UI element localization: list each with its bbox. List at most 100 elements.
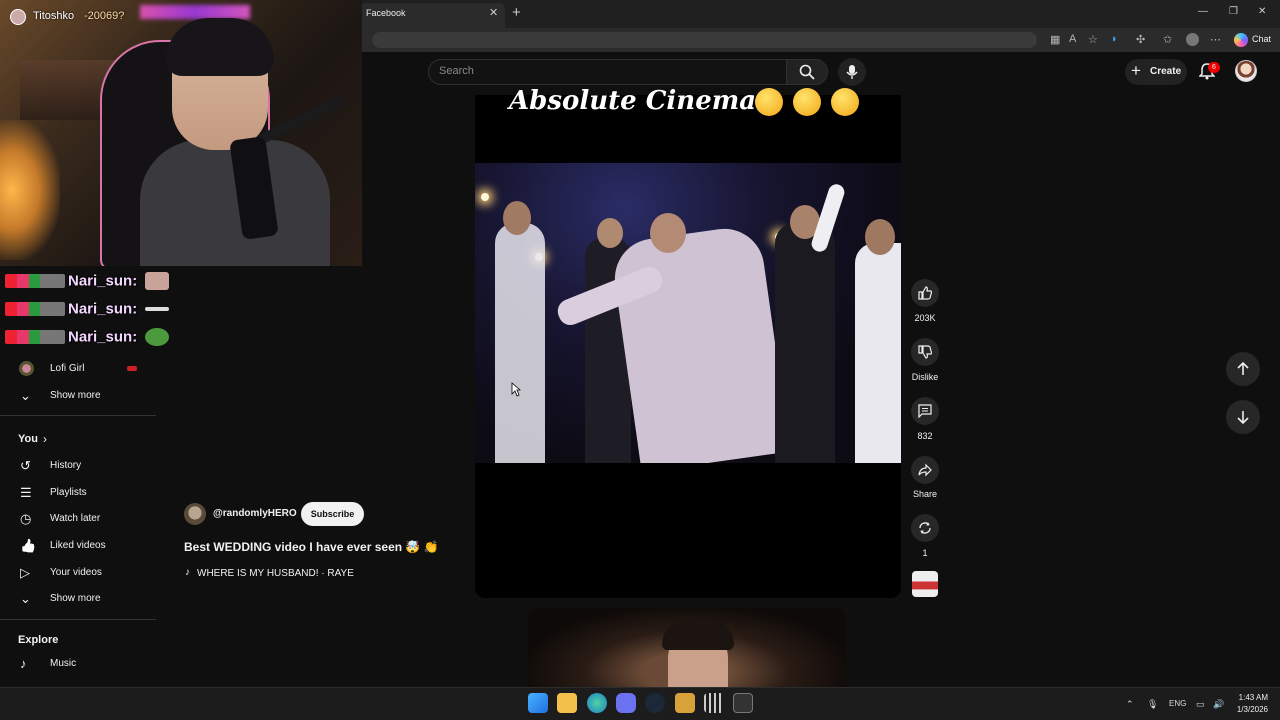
you-heading[interactable]: You <box>18 433 38 445</box>
address-bar[interactable] <box>372 32 1037 48</box>
windows-taskbar <box>0 687 1280 720</box>
extensions-puzzle-icon[interactable]: ✣ <box>1136 33 1145 46</box>
show-more-subscriptions[interactable]: Show more <box>50 390 101 401</box>
volume-tray-icon[interactable]: 🔊 <box>1213 699 1224 710</box>
arrow-down-icon <box>1237 411 1249 424</box>
sidebar-item-music[interactable]: Music <box>50 658 76 669</box>
like-button[interactable] <box>911 279 939 307</box>
chat-message: Nari_sun: <box>5 272 170 294</box>
clock-time[interactable]: 1:43 AM <box>1236 693 1268 702</box>
copilot-icon <box>1234 33 1248 47</box>
history-icon: ↺ <box>20 458 31 473</box>
share-button[interactable] <box>911 456 939 484</box>
sidebar-item-your-videos[interactable]: Your videos <box>50 567 102 578</box>
remix-icon <box>919 522 931 534</box>
share-label: Share <box>912 489 938 499</box>
notification-count-badge: 6 <box>1208 62 1220 73</box>
lofi-girl-avatar <box>19 361 34 376</box>
clock-icon: ◷ <box>20 511 32 526</box>
chat-username: Nari_sun: <box>68 300 138 318</box>
app-icon[interactable] <box>675 693 695 713</box>
account-avatar[interactable] <box>1235 60 1257 82</box>
voice-search-button[interactable] <box>838 58 866 86</box>
file-explorer-icon[interactable] <box>557 693 577 713</box>
search-icon <box>799 64 815 80</box>
sidebar-item-playlists[interactable]: Playlists <box>50 487 87 498</box>
chat-message: Nari_sun: <box>5 328 170 350</box>
display-tray-icon[interactable]: ▭ <box>1196 699 1205 710</box>
tray-overflow-icon[interactable]: ⌃ <box>1126 699 1134 710</box>
streamer-name: Titoshko <box>33 10 75 22</box>
favorites-icon[interactable]: ✩ <box>1163 33 1172 46</box>
dislike-label: Dislike <box>911 372 939 382</box>
start-button[interactable] <box>528 693 548 713</box>
steam-icon[interactable] <box>645 693 665 713</box>
search-placeholder: Search <box>439 65 474 77</box>
discord-icon[interactable] <box>616 693 636 713</box>
mouse-cursor-icon <box>511 382 521 397</box>
music-note-icon: ♪ <box>185 567 190 578</box>
new-tab-icon[interactable]: + <box>512 4 521 21</box>
sound-thumbnail[interactable] <box>912 571 938 597</box>
favorite-star-icon[interactable]: ☆ <box>1088 33 1098 46</box>
edge-browser-icon[interactable] <box>587 693 607 713</box>
sidebar-item-liked-videos[interactable]: Liked videos <box>50 540 106 551</box>
chat-message: Nari_sun: <box>5 300 170 322</box>
music-track[interactable]: WHERE IS MY HUSBAND! · RAYE <box>197 568 354 579</box>
microphone-tray-icon[interactable]: 🎙 <box>1147 699 1158 710</box>
next-short-button[interactable] <box>1226 400 1260 434</box>
chat-badges <box>5 330 65 345</box>
chat-label: Chat <box>1252 34 1272 44</box>
search-input[interactable] <box>428 59 787 85</box>
chat-badges <box>5 274 65 289</box>
sidebar-item-lofi-girl[interactable]: Lofi Girl <box>50 363 84 374</box>
comments-button[interactable] <box>911 397 939 425</box>
comment-count: 832 <box>917 431 933 441</box>
sidebar-item-history[interactable]: History <box>50 460 81 471</box>
plus-icon: + <box>1131 61 1141 80</box>
restore-icon[interactable]: ❐ <box>1229 6 1238 17</box>
sidebar-divider <box>0 415 156 416</box>
streamer-avatar <box>10 9 26 25</box>
arrow-up-icon <box>1237 362 1249 375</box>
next-short-preview[interactable] <box>528 608 846 688</box>
language-indicator[interactable]: ENG <box>1169 699 1186 708</box>
chat-emote <box>145 328 170 347</box>
thumb-down-icon <box>918 345 932 359</box>
short-title[interactable]: Best WEDDING video I have ever seen 🤯 👏 <box>184 540 439 554</box>
dislike-button[interactable] <box>911 338 939 366</box>
search-button[interactable] <box>786 59 828 85</box>
minimize-icon[interactable]: — <box>1198 6 1208 17</box>
share-icon <box>918 463 932 477</box>
show-more-you[interactable]: Show more <box>50 593 101 604</box>
clock-date[interactable]: 1/3/2026 <box>1232 705 1268 714</box>
chat-username: Nari_sun: <box>68 328 138 346</box>
thumb-up-icon: 👍 <box>20 538 37 553</box>
tab-close-icon[interactable]: ✕ <box>489 6 498 19</box>
play-square-icon: ▷ <box>20 565 30 580</box>
chat-badges <box>5 302 65 317</box>
viewer-count: -20069? <box>84 10 125 22</box>
channel-avatar[interactable] <box>184 503 206 525</box>
extension-icon[interactable]: ◗ <box>1111 33 1118 45</box>
channel-handle[interactable]: @randomlyHERO <box>213 508 297 519</box>
playlists-icon: ☰ <box>20 485 32 500</box>
live-indicator-icon <box>127 366 137 371</box>
more-menu-icon[interactable]: ⋯ <box>1210 33 1221 46</box>
read-aloud-icon[interactable]: A <box>1069 33 1076 45</box>
app-bars-icon[interactable] <box>704 693 724 713</box>
app-available-icon[interactable]: ▦ <box>1050 33 1060 46</box>
chevron-down-icon: ⌄ <box>20 388 31 403</box>
sidebar-item-watch-later[interactable]: Watch later <box>50 513 100 524</box>
tab-title: Facebook <box>366 8 406 18</box>
profile-icon[interactable] <box>1186 33 1199 46</box>
sidebar-divider <box>0 619 156 620</box>
explore-heading: Explore <box>18 634 59 646</box>
subscribe-button[interactable]: Subscribe <box>301 502 364 526</box>
remix-button[interactable] <box>911 514 939 542</box>
close-window-icon[interactable]: ✕ <box>1258 6 1266 17</box>
streamer-webcam-overlay <box>0 0 362 266</box>
epic-games-icon[interactable] <box>733 693 753 713</box>
previous-short-button[interactable] <box>1226 352 1260 386</box>
chat-emote <box>145 307 170 312</box>
